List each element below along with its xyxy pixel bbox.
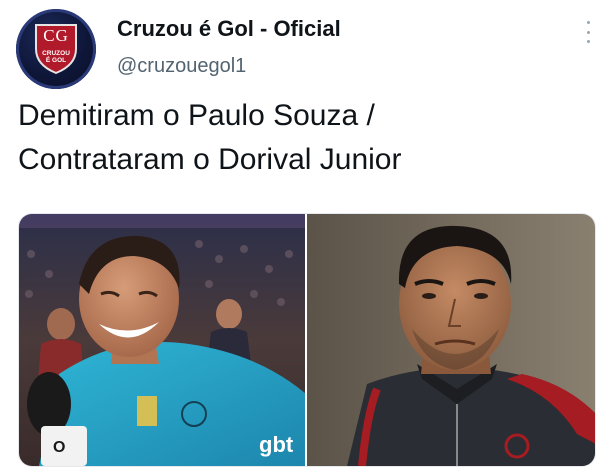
display-name[interactable]: Cruzou é Gol - Oficial [117, 16, 341, 42]
tweet-text-line: Contrataram o Dorival Junior [18, 143, 402, 176]
tweet-text-line: Demitiram o Paulo Souza / [18, 99, 375, 132]
avatar[interactable]: CG CRUZOU É GOL [16, 9, 96, 89]
user-handle[interactable]: @cruzouegol1 [117, 55, 246, 78]
avatar-monogram: CG [43, 26, 69, 45]
avatar-brand-line1: CRUZOU [42, 50, 70, 57]
microphone-flag-text: O [53, 439, 65, 456]
tweet-text: Demitiram o Paulo Souza / Contrataram o … [18, 94, 598, 182]
jersey-sponsor-text: gbt [259, 432, 294, 457]
tweet-media[interactable]: gbt O [18, 213, 596, 467]
media-photo-right[interactable] [307, 214, 595, 466]
tweet-card: CG CRUZOU É GOL Cruzou é Gol - Oficial @… [0, 0, 613, 474]
more-dot [586, 21, 590, 24]
media-photo-left[interactable]: gbt O [19, 214, 305, 466]
avatar-brand-line2: É GOL [45, 57, 67, 64]
portrait-photo [307, 214, 595, 466]
avatar-brand: CRUZOU É GOL [16, 50, 96, 64]
goalkeeper-photo: gbt O [19, 214, 305, 466]
more-dot [586, 40, 590, 43]
more-dot [586, 30, 590, 34]
more-options-icon[interactable] [585, 21, 591, 43]
